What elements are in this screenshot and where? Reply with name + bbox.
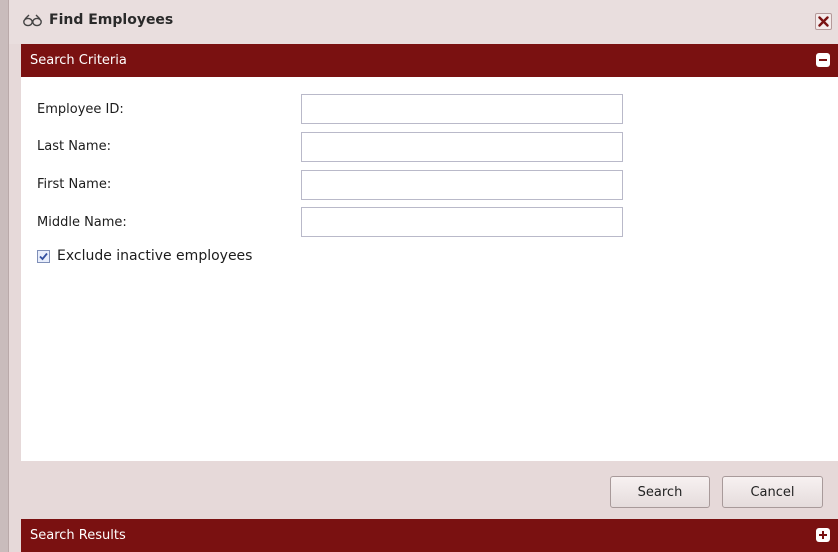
- expand-plus-icon[interactable]: [816, 528, 830, 542]
- search-results-header[interactable]: Search Results: [21, 519, 838, 552]
- last-name-label: Last Name:: [37, 139, 111, 154]
- middle-name-input[interactable]: [301, 207, 623, 237]
- exclude-inactive-label: Exclude inactive employees: [57, 248, 253, 264]
- collapse-minus-icon[interactable]: [816, 53, 830, 67]
- employee-id-label: Employee ID:: [37, 102, 124, 117]
- close-button[interactable]: [815, 13, 832, 30]
- exclude-inactive-checkbox[interactable]: [37, 249, 50, 263]
- cancel-button[interactable]: Cancel: [722, 476, 823, 508]
- last-name-input[interactable]: [301, 132, 623, 162]
- first-name-label: First Name:: [37, 177, 112, 192]
- first-name-input[interactable]: [301, 170, 623, 200]
- binoculars-icon: [22, 12, 44, 30]
- search-criteria-panel: Employee ID: Last Name: First Name: Midd…: [21, 77, 838, 461]
- find-employees-dialog: Find Employees Search Criteria Employee …: [8, 0, 838, 552]
- dialog-title: Find Employees: [49, 12, 174, 28]
- search-criteria-title: Search Criteria: [30, 53, 127, 68]
- close-x-icon: [818, 16, 829, 27]
- checkmark-icon: [39, 252, 48, 260]
- search-criteria-header[interactable]: Search Criteria: [21, 44, 838, 77]
- employee-id-input[interactable]: [301, 94, 623, 124]
- dialog-titlebar[interactable]: Find Employees: [9, 0, 838, 44]
- middle-name-label: Middle Name:: [37, 215, 127, 230]
- dialog-button-bar: Search Cancel: [21, 461, 838, 519]
- search-button[interactable]: Search: [610, 476, 710, 508]
- search-results-title: Search Results: [30, 528, 126, 543]
- exclude-inactive-checkbox-row[interactable]: Exclude inactive employees: [37, 248, 252, 264]
